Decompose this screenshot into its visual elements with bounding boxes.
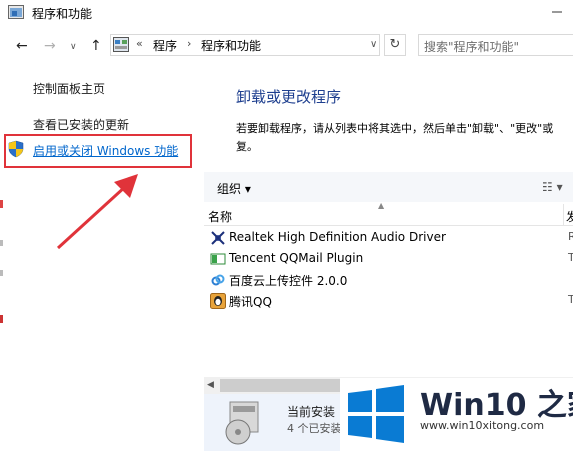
program-row-baidu[interactable]: 百度云上传控件 2.0.0 <box>210 270 570 290</box>
up-arrow-icon[interactable]: ↑ <box>90 38 102 54</box>
column-header-row <box>204 204 573 226</box>
left-edge-marks <box>0 200 3 323</box>
view-installed-updates-link[interactable]: 查看已安装的更新 <box>33 116 129 133</box>
installed-count: 4 个已安装 <box>287 422 342 435</box>
search-placeholder: 搜索"程序和功能" <box>424 40 520 54</box>
program-row-realtek[interactable]: Realtek High Definition Audio Driver R <box>210 228 573 248</box>
recent-locations-chevron-icon[interactable]: ∨ <box>70 42 77 52</box>
program-name: 百度云上传控件 2.0.0 <box>229 274 348 288</box>
breadcrumb-programs[interactable]: 程序 <box>153 37 177 54</box>
control-panel-home-link[interactable]: 控制面板主页 <box>33 80 105 97</box>
breadcrumb-separator-icon[interactable]: › <box>187 37 191 50</box>
installed-programs-icon <box>225 401 259 445</box>
view-options-button[interactable]: ☷ ▾ <box>542 180 563 194</box>
qqmail-icon <box>210 253 226 265</box>
command-bar <box>204 172 573 202</box>
program-publisher: R <box>568 230 573 243</box>
programs-window-icon <box>8 5 24 19</box>
watermark-text: Win10 之家 <box>420 388 573 423</box>
minimize-icon[interactable] <box>545 4 569 20</box>
program-name: Realtek High Definition Audio Driver <box>229 230 446 244</box>
sort-ascending-icon: ▲ <box>378 201 385 210</box>
address-dropdown-icon[interactable]: ∨ <box>370 39 377 50</box>
instructions-line-2: 复。 <box>236 140 258 153</box>
program-row-qqmail[interactable]: Tencent QQMail Plugin T <box>210 249 573 269</box>
back-arrow-icon[interactable]: ← <box>16 38 28 54</box>
windows-logo-icon <box>348 385 404 443</box>
details-title: 当前安装 <box>287 405 336 419</box>
breadcrumb-programs-and-features[interactable]: 程序和功能 <box>201 37 261 54</box>
program-name: Tencent QQMail Plugin <box>229 251 364 265</box>
refresh-button[interactable]: ↻ <box>384 34 406 56</box>
annotation-arrow-icon <box>56 174 138 250</box>
control-panel-icon <box>113 37 129 52</box>
scrollbar-thumb[interactable] <box>220 379 340 392</box>
qq-icon <box>210 293 226 309</box>
program-publisher: T <box>568 293 573 306</box>
forward-arrow-icon[interactable]: → <box>44 38 56 54</box>
page-heading: 卸载或更改程序 <box>236 88 342 106</box>
program-row-qq[interactable]: 腾讯QQ T <box>210 291 573 311</box>
highlight-box <box>4 134 192 168</box>
column-divider[interactable] <box>563 204 564 226</box>
organize-button[interactable]: 组织 ▾ <box>217 180 251 197</box>
program-publisher: T <box>568 251 573 264</box>
instructions-line-1: 若要卸载程序，请从列表中将其选中，然后单击"卸载"、"更改"或 <box>236 122 554 135</box>
program-name: 腾讯QQ <box>229 295 272 309</box>
realtek-icon <box>211 231 225 245</box>
scroll-left-arrow-icon[interactable]: ◀ <box>207 380 214 390</box>
breadcrumb-overflow-icon[interactable]: « <box>136 37 143 50</box>
baidu-cloud-icon <box>211 274 225 286</box>
name-column-header[interactable]: 名称 <box>208 208 232 225</box>
watermark-url: www.win10xitong.com <box>420 419 545 432</box>
publisher-column-header[interactable]: 发 <box>566 208 573 225</box>
window-title: 程序和功能 <box>32 7 93 21</box>
